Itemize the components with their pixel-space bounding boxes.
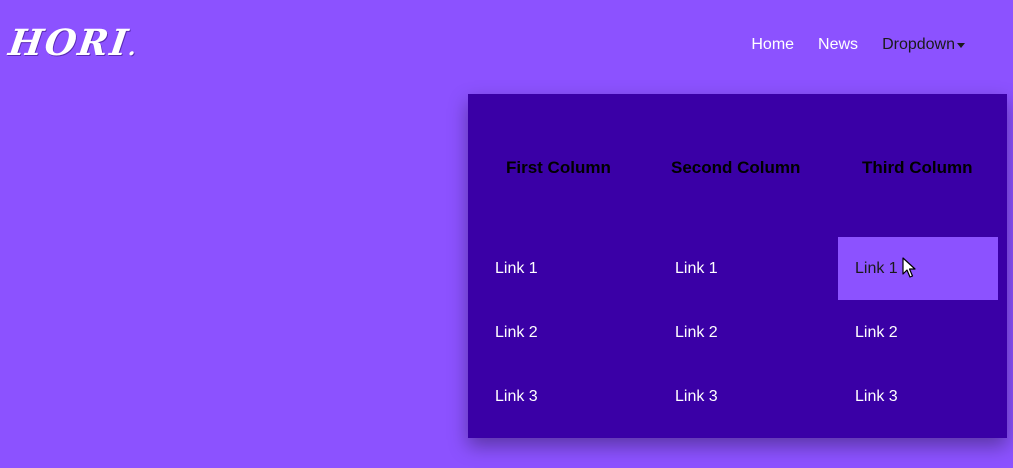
dropdown-link[interactable]: Link 1	[478, 237, 638, 300]
nav-news-link[interactable]: News	[818, 36, 858, 54]
nav-home-link[interactable]: Home	[751, 36, 794, 54]
logo-text: HORI	[6, 22, 133, 64]
nav-dropdown-toggle[interactable]: Dropdown	[882, 36, 965, 54]
nav-dropdown-label: Dropdown	[882, 36, 955, 53]
top-nav: Home News Dropdown	[751, 36, 965, 54]
logo-dot: .	[126, 35, 140, 61]
column-header: Third Column	[862, 158, 973, 177]
dropdown-link[interactable]: Link 3	[478, 365, 638, 428]
dropdown-link[interactable]: Link 3	[658, 365, 818, 428]
dropdown-link[interactable]: Link 1	[658, 237, 818, 300]
dropdown-link-hovered[interactable]: Link 1	[838, 237, 998, 300]
dropdown-link[interactable]: Link 2	[478, 301, 638, 364]
mouse-pointer-icon	[902, 257, 916, 278]
column-header: Second Column	[671, 158, 801, 177]
dropdown-mega-menu: First Column Link 1 Link 2 Link 3 Second…	[468, 94, 1007, 438]
column-header: First Column	[506, 158, 611, 177]
dropdown-link[interactable]: Link 2	[838, 301, 998, 364]
page: HORI. Home News Dropdown First Column Li…	[0, 0, 1013, 468]
logo[interactable]: HORI.	[6, 22, 142, 64]
dropdown-link[interactable]: Link 3	[838, 365, 998, 428]
dropdown-link[interactable]: Link 2	[658, 301, 818, 364]
caret-down-icon	[957, 43, 965, 48]
